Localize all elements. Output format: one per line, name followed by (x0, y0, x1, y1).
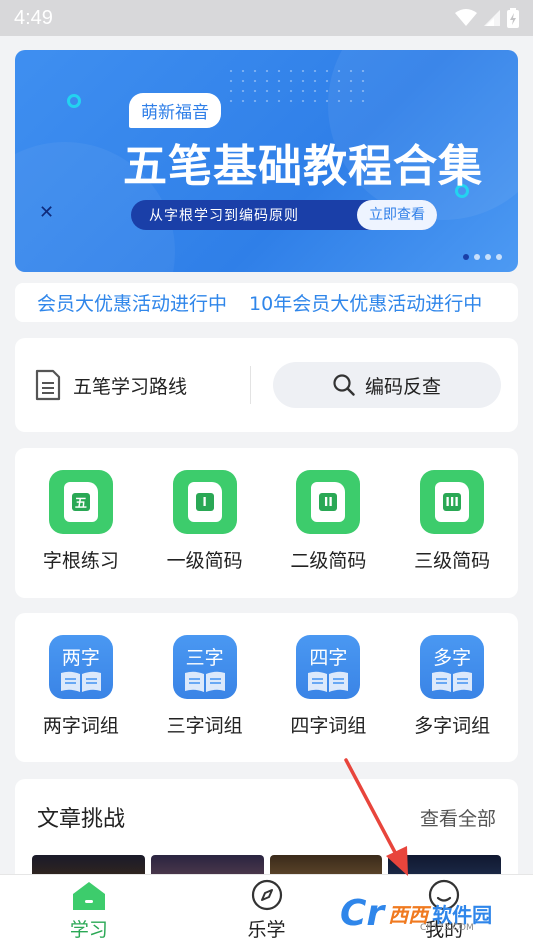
book-icon: 三字 (172, 635, 237, 699)
ring-decoration (67, 94, 81, 108)
tab-label: 乐学 (247, 919, 286, 941)
phrase-item[interactable]: 多字 多字词组 (397, 635, 507, 762)
practice-item[interactable]: 五 字根练习 (26, 470, 136, 598)
document-icon (35, 369, 61, 401)
divider (250, 366, 251, 404)
level2-code-icon: II (296, 470, 361, 534)
phrase-item[interactable]: 两字 两字词组 (26, 635, 136, 762)
learning-route-label: 五笔学习路线 (73, 375, 188, 398)
banner-title: 五笔基础教程合集 (123, 141, 483, 192)
book-icon: 多字 (420, 635, 485, 699)
carousel-indicator (463, 254, 502, 260)
section-title: 文章挑战 (37, 807, 126, 832)
carousel-dot[interactable] (474, 254, 480, 260)
battery-icon (507, 8, 519, 28)
practice-item[interactable]: II 二级简码 (273, 470, 383, 598)
tab-label: 学习 (69, 919, 108, 941)
book-icon: 四字 (296, 635, 361, 699)
carousel-dot[interactable] (496, 254, 502, 260)
x-decoration: ✕ (39, 202, 55, 223)
tab-study[interactable]: 学习 (0, 875, 178, 948)
level1-code-icon: I (172, 470, 237, 534)
home-icon (72, 882, 105, 910)
site-watermark: Cr 西西 软件园 CR173.COM (340, 893, 492, 934)
watermark-url: CR173.COM (420, 923, 474, 933)
banner-subtitle: 从字根学习到编码原则 (149, 208, 299, 224)
learning-route-button[interactable]: 五笔学习路线 (15, 369, 250, 401)
carousel-dot[interactable] (463, 254, 469, 260)
practice-item[interactable]: III 三级简码 (397, 470, 507, 598)
search-icon (333, 374, 355, 396)
carousel-dot[interactable] (485, 254, 491, 260)
promo-banner[interactable]: ✕ 萌新福音 五笔基础教程合集 从字根学习到编码原则 立即查看 (15, 50, 518, 272)
radical-practice-icon: 五 (48, 470, 113, 534)
banner-brand-tag: 萌新福音 (129, 93, 221, 128)
phrase-grid: 两字 两字词组 三字 三字词组 四字 四字词组 多字 多字词组 (15, 613, 518, 762)
route-lookup-card: 五笔学习路线 编码反查 (15, 338, 518, 432)
wifi-icon (455, 9, 477, 26)
code-lookup-button[interactable]: 编码反查 (273, 362, 501, 408)
signal-icon (484, 10, 500, 26)
book-icon: 两字 (48, 635, 113, 699)
practice-item[interactable]: I 一级简码 (150, 470, 260, 598)
marquee-item: 10年会员大优惠活动进行中 (249, 293, 483, 315)
view-all-link[interactable]: 查看全部 (420, 804, 496, 831)
banner-subtitle-bar: 从字根学习到编码原则 立即查看 (131, 200, 437, 230)
code-lookup-label: 编码反查 (364, 375, 441, 398)
banner-cta-button[interactable]: 立即查看 (357, 200, 437, 230)
phrase-item[interactable]: 四字 四字词组 (273, 635, 383, 762)
tab-fun-learning[interactable]: 乐学 (178, 875, 356, 948)
compass-icon (251, 879, 282, 911)
level3-code-icon: III (420, 470, 485, 534)
promo-marquee[interactable]: 会员大优惠活动进行中 10年会员大优惠活动进行中 (15, 283, 518, 322)
watermark-logo: Cr (340, 893, 385, 934)
practice-grid: 五 字根练习 I 一级简码 II 二级简码 III 三级简码 (15, 448, 518, 598)
phrase-item[interactable]: 三字 三字词组 (150, 635, 260, 762)
marquee-item: 会员大优惠活动进行中 (37, 293, 228, 315)
status-bar: 4:49 (0, 0, 533, 36)
status-time: 4:49 (14, 6, 53, 29)
